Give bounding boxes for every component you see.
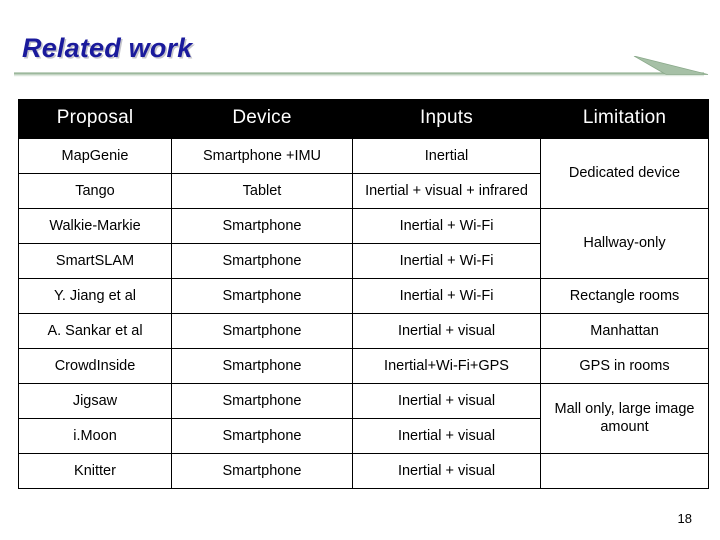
cell-proposal: i.Moon [18, 417, 172, 454]
cell-device: Smartphone [171, 207, 353, 244]
cell-limitation: Manhattan [540, 312, 709, 349]
cell-limitation: Dedicated device [540, 137, 709, 209]
cell-limitation: GPS in rooms [540, 347, 709, 384]
cell-device: Tablet [171, 172, 353, 209]
cell-inputs: Inertial + Wi-Fi [352, 207, 541, 244]
column-header-device: Device [171, 99, 353, 139]
cell-limitation [540, 452, 709, 489]
accent-arrow-triangle [633, 56, 709, 75]
cell-device: Smartphone [171, 382, 353, 419]
table-header-row: Proposal Device Inputs Limitation [18, 99, 709, 139]
cell-proposal: Tango [18, 172, 172, 209]
cell-inputs: Inertial [352, 137, 541, 174]
cell-proposal: Walkie-Markie [18, 207, 172, 244]
cell-device: Smartphone [171, 417, 353, 454]
related-work-table: Proposal Device Inputs Limitation MapGen… [18, 99, 709, 489]
table-body: MapGenie Smartphone +IMU Inertial Dedicated… [18, 137, 709, 489]
table-header: Proposal Device Inputs Limitation [18, 99, 709, 139]
cell-device: Smartphone [171, 312, 353, 349]
table-row: Knitter Smartphone Inertial + visual [18, 452, 709, 489]
cell-inputs: Inertial+Wi-Fi+GPS [352, 347, 541, 384]
table-row: Y. Jiang et al Smartphone Inertial + Wi-Fi… [18, 277, 709, 314]
table-row: A. Sankar et al Smartphone Inertial + visu… [18, 312, 709, 349]
page-title: Related work [22, 33, 193, 63]
cell-inputs: Inertial + visual [352, 382, 541, 419]
cell-inputs: Inertial + visual + infrared [352, 172, 541, 209]
cell-device: Smartphone [171, 452, 353, 489]
page-number: 18 [677, 511, 692, 526]
cell-proposal: MapGenie [18, 137, 172, 174]
cell-proposal: Knitter [18, 452, 172, 489]
cell-limitation: Rectangle rooms [540, 277, 709, 314]
cell-inputs: Inertial + visual [352, 312, 541, 349]
table-row: Jigsaw Smartphone Inertial + visual Mall on… [18, 382, 709, 454]
column-header-proposal: Proposal [18, 99, 172, 139]
table-row: Walkie-Markie Smartphone Inertial + Wi-Fi H… [18, 207, 709, 279]
cell-device: Smartphone +IMU [171, 137, 353, 174]
column-header-limitation: Limitation [540, 99, 709, 139]
cell-proposal: Jigsaw [18, 382, 172, 419]
cell-limitation: Hallway-only [540, 207, 709, 279]
cell-proposal: A. Sankar et al [18, 312, 172, 349]
cell-inputs: Inertial + visual [352, 452, 541, 489]
cell-inputs: Inertial + Wi-Fi [352, 277, 541, 314]
cell-device: Smartphone [171, 347, 353, 384]
column-header-inputs: Inputs [352, 99, 541, 139]
table-row: CrowdInside Smartphone Inertial+Wi-Fi+GPS G… [18, 347, 709, 384]
cell-inputs: Inertial + visual [352, 417, 541, 454]
cell-limitation: Mall only, large image amount [540, 382, 709, 454]
cell-device: Smartphone [171, 277, 353, 314]
cell-device: Smartphone [171, 242, 353, 279]
table-row: MapGenie Smartphone +IMU Inertial Dedicated… [18, 137, 709, 209]
cell-proposal: Y. Jiang et al [18, 277, 172, 314]
cell-proposal: SmartSLAM [18, 242, 172, 279]
cell-inputs: Inertial + Wi-Fi [352, 242, 541, 279]
cell-proposal: CrowdInside [18, 347, 172, 384]
